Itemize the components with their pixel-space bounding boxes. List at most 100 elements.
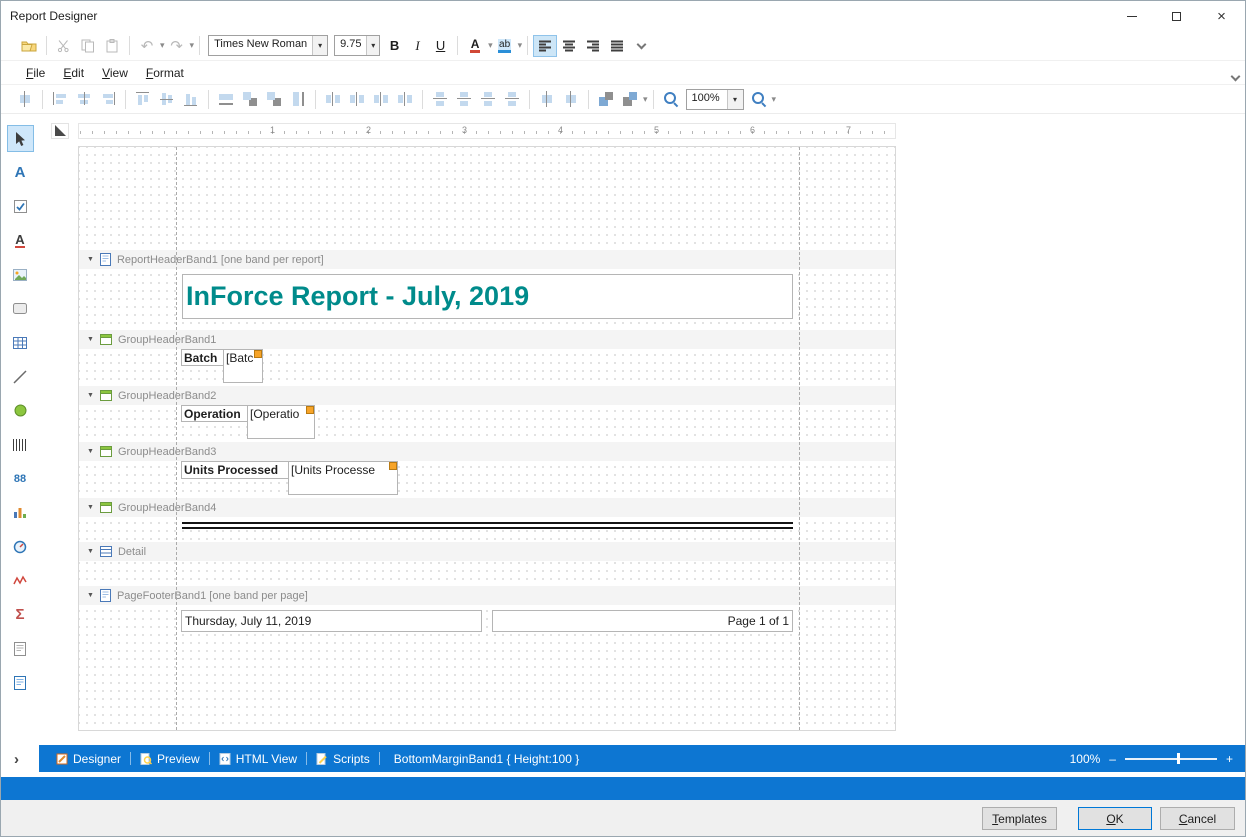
menu-format[interactable]: Format (137, 63, 193, 83)
cancel-button[interactable]: Cancel (1160, 807, 1235, 830)
increase-vertical-spacing-button[interactable] (452, 87, 476, 111)
menu-view[interactable]: View (93, 63, 137, 83)
zoom-tool-button[interactable] (659, 87, 683, 111)
report-title-label[interactable]: InForce Report - July, 2019 (182, 274, 793, 319)
justify-button[interactable] (605, 35, 629, 57)
units-field-cell[interactable]: [Units Processe (288, 461, 398, 495)
menu-edit[interactable]: Edit (54, 63, 93, 83)
minimize-button[interactable] (1109, 1, 1154, 31)
band-collapse-icon[interactable]: ▼ (87, 592, 94, 600)
underline-button[interactable]: U (429, 35, 452, 57)
make-same-size-button[interactable] (262, 87, 286, 111)
font-name-combo[interactable]: Times New Roman ▾ (208, 35, 328, 56)
cut-button[interactable] (52, 34, 76, 58)
size-to-grid-button[interactable] (238, 87, 262, 111)
align-centers-button[interactable] (72, 87, 96, 111)
sparkline-tool[interactable] (7, 567, 34, 594)
redo-button[interactable]: ↷ (165, 34, 189, 58)
paste-button[interactable] (100, 34, 124, 58)
bold-button[interactable]: B (383, 35, 406, 57)
zoom-slider[interactable] (1125, 752, 1217, 765)
band-header-groupheaderband4[interactable]: ▼ GroupHeaderBand4 (79, 498, 895, 517)
font-name-dropdown-icon[interactable]: ▾ (312, 36, 327, 55)
units-caption-label[interactable]: Units Processed (181, 461, 289, 479)
tab-preview[interactable]: Preview (131, 745, 209, 772)
band-collapse-icon[interactable]: ▼ (87, 504, 94, 512)
align-tops-button[interactable] (131, 87, 155, 111)
band-collapse-icon[interactable]: ▼ (87, 336, 94, 344)
zoom-in-button[interactable] (747, 87, 771, 111)
order-dropdown[interactable]: ▾ (643, 94, 648, 105)
expand-panel-button[interactable]: › (14, 751, 19, 768)
band-collapse-icon[interactable]: ▼ (87, 548, 94, 556)
band-header-groupheaderband3[interactable]: ▼ GroupHeaderBand3 (79, 442, 895, 461)
zoom-dropdown-icon[interactable]: ▾ (727, 90, 743, 109)
remove-horizontal-spacing-button[interactable] (393, 87, 417, 111)
highlight-color-button[interactable]: ab (493, 34, 517, 58)
send-to-back-button[interactable] (618, 87, 642, 111)
left-margin-line[interactable] (176, 147, 177, 730)
align-bottoms-button[interactable] (179, 87, 203, 111)
align-left-edges-button[interactable] (48, 87, 72, 111)
increase-horizontal-spacing-button[interactable] (345, 87, 369, 111)
equal-horizontal-spacing-button[interactable] (321, 87, 345, 111)
copy-button[interactable] (76, 34, 100, 58)
menubar-overflow-button[interactable] (1232, 69, 1239, 83)
maximize-button[interactable] (1154, 1, 1199, 31)
ruler-origin-button[interactable] (51, 123, 69, 139)
zoom-combo[interactable]: 100% ▾ (686, 89, 744, 110)
ok-button[interactable]: OK (1078, 807, 1152, 830)
operation-field-cell[interactable]: [Operatio (247, 405, 315, 439)
page-info-tool[interactable] (7, 635, 34, 662)
batch-field-cell[interactable]: [Batc (223, 349, 263, 383)
label-tool[interactable]: A (7, 159, 34, 186)
templates-button[interactable]: Templates (982, 807, 1057, 830)
redo-dropdown[interactable]: ▾ (190, 40, 195, 51)
make-same-width-button[interactable] (214, 87, 238, 111)
snap-to-grid-button[interactable] (13, 87, 37, 111)
align-right-edges-button[interactable] (96, 87, 120, 111)
checkbox-tool[interactable] (7, 193, 34, 220)
double-line-control[interactable] (182, 522, 793, 529)
tab-designer[interactable]: Designer (47, 745, 130, 772)
tab-scripts[interactable]: Scripts (307, 745, 379, 772)
zoom-slider-thumb[interactable] (1177, 753, 1180, 764)
decrease-horizontal-spacing-button[interactable] (369, 87, 393, 111)
tab-html-view[interactable]: HTML View (210, 745, 306, 772)
rich-text-tool[interactable]: A (7, 227, 34, 254)
toolbar-overflow-button[interactable] (629, 34, 653, 58)
summary-tool[interactable]: Σ (7, 601, 34, 628)
align-middles-button[interactable] (155, 87, 179, 111)
band-collapse-icon[interactable]: ▼ (87, 256, 94, 264)
close-button[interactable]: × (1199, 1, 1244, 31)
right-margin-line[interactable] (799, 147, 800, 730)
align-left-button[interactable] (533, 35, 557, 57)
equal-vertical-spacing-button[interactable] (428, 87, 452, 111)
band-header-reportheaderband1[interactable]: ▼ ReportHeaderBand1 [one band per report… (79, 250, 895, 269)
picture-box-tool[interactable] (7, 261, 34, 288)
line-tool[interactable] (7, 363, 34, 390)
decrease-vertical-spacing-button[interactable] (476, 87, 500, 111)
gauge-tool[interactable] (7, 533, 34, 560)
bring-to-front-button[interactable] (594, 87, 618, 111)
band-header-pagefooterband1[interactable]: ▼ PageFooterBand1 [one band per page] (79, 586, 895, 605)
shape-tool[interactable] (7, 397, 34, 424)
zip-code-tool[interactable]: 88 (7, 465, 34, 492)
report-page[interactable]: ▼ ReportHeaderBand1 [one band per report… (78, 146, 896, 731)
batch-caption-label[interactable]: Batch (181, 349, 224, 366)
align-right-button[interactable] (581, 35, 605, 57)
zoom-in-button[interactable]: + (1226, 752, 1233, 766)
make-same-height-button[interactable] (286, 87, 310, 111)
menu-file[interactable]: File (17, 63, 54, 83)
band-collapse-icon[interactable]: ▼ (87, 392, 94, 400)
zoom-out-button[interactable]: – (1109, 752, 1116, 766)
open-button[interactable] (17, 34, 41, 58)
font-color-button[interactable]: A (463, 34, 487, 58)
font-size-dropdown-icon[interactable]: ▾ (366, 36, 379, 55)
font-size-combo[interactable]: 9.75 ▾ (334, 35, 380, 56)
subreport-tool[interactable] (7, 669, 34, 696)
zoom-options-dropdown[interactable]: ▾ (772, 94, 777, 105)
operation-caption-label[interactable]: Operation (181, 405, 248, 422)
footer-date-label[interactable]: Thursday, July 11, 2019 (181, 610, 482, 632)
band-header-groupheaderband2[interactable]: ▼ GroupHeaderBand2 (79, 386, 895, 405)
